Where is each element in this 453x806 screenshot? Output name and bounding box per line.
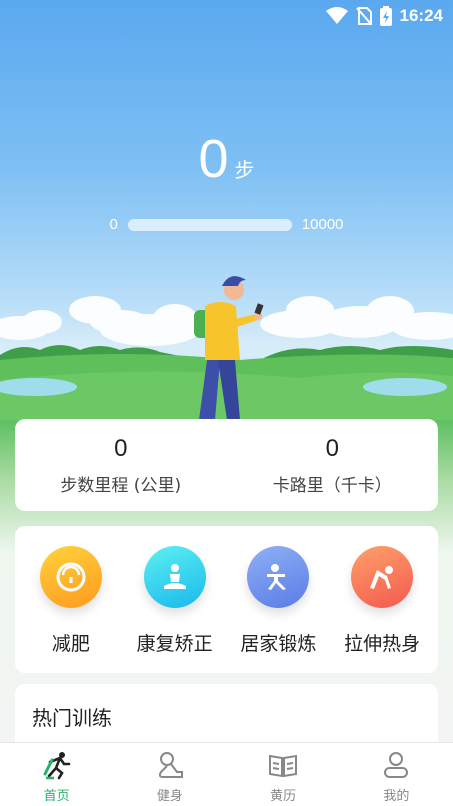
tab-label: 黄历 — [270, 789, 297, 804]
tab-label: 我的 — [383, 789, 410, 804]
status-time: 16:24 — [399, 6, 443, 25]
scale-icon[interactable] — [39, 546, 102, 608]
tab-home[interactable]: 首页 — [0, 743, 113, 806]
category-stretch[interactable]: 拉伸热身 — [332, 546, 432, 673]
exercise-icon[interactable] — [247, 546, 310, 608]
fitness-icon[interactable] — [154, 749, 186, 781]
tab-fitness[interactable]: 健身 — [113, 743, 226, 806]
category-label: 拉伸热身 — [344, 633, 421, 655]
calorie-value: 0 — [325, 434, 339, 462]
no-sim-icon — [355, 7, 372, 25]
step-unit: 步 — [234, 158, 255, 182]
battery-charging-icon — [379, 6, 392, 26]
hero-banner: 16:24 0 步 0 10000 — [0, 0, 453, 420]
tab-label: 首页 — [43, 789, 70, 804]
book-icon[interactable] — [267, 749, 299, 781]
distance-stat: 0 步数里程 (公里) — [15, 419, 227, 511]
category-rehab[interactable]: 康复矫正 — [125, 546, 225, 673]
landscape-illustration — [0, 276, 453, 420]
status-bar: 16:24 — [0, 0, 453, 32]
progress-track — [127, 218, 292, 231]
calorie-label: 卡路里（千卡） — [272, 475, 392, 496]
category-home-workout[interactable]: 居家锻炼 — [228, 546, 328, 673]
step-count: 0 — [198, 129, 229, 189]
step-goal-progress: 0 10000 — [0, 216, 453, 233]
user-icon[interactable] — [380, 749, 412, 781]
tab-label: 健身 — [156, 789, 183, 804]
category-card: 减肥 康复矫正 居家锻炼 拉伸热身 — [15, 526, 438, 673]
tab-profile[interactable]: 我的 — [340, 743, 453, 806]
tab-almanac[interactable]: 黄历 — [227, 743, 340, 806]
section-title: 热门训练 — [32, 706, 112, 730]
distance-value: 0 — [114, 434, 128, 462]
meditation-icon[interactable] — [143, 546, 206, 608]
category-label: 减肥 — [51, 633, 90, 655]
stretch-icon[interactable] — [351, 546, 414, 608]
progress-max: 10000 — [301, 216, 344, 233]
step-counter: 0 步 — [0, 128, 453, 190]
calorie-stat: 0 卡路里（千卡） — [227, 419, 439, 511]
stats-card: 0 步数里程 (公里) 0 卡路里（千卡） — [15, 419, 438, 511]
runner-icon[interactable] — [41, 749, 73, 781]
category-label: 康复矫正 — [136, 633, 213, 655]
wifi-icon — [325, 7, 348, 24]
category-weight-loss[interactable]: 减肥 — [21, 546, 121, 673]
category-label: 居家锻炼 — [240, 633, 317, 655]
progress-min: 0 — [109, 216, 118, 233]
bottom-tab-bar: 首页 健身 黄历 我的 — [0, 742, 453, 806]
distance-label: 步数里程 (公里) — [60, 475, 182, 496]
